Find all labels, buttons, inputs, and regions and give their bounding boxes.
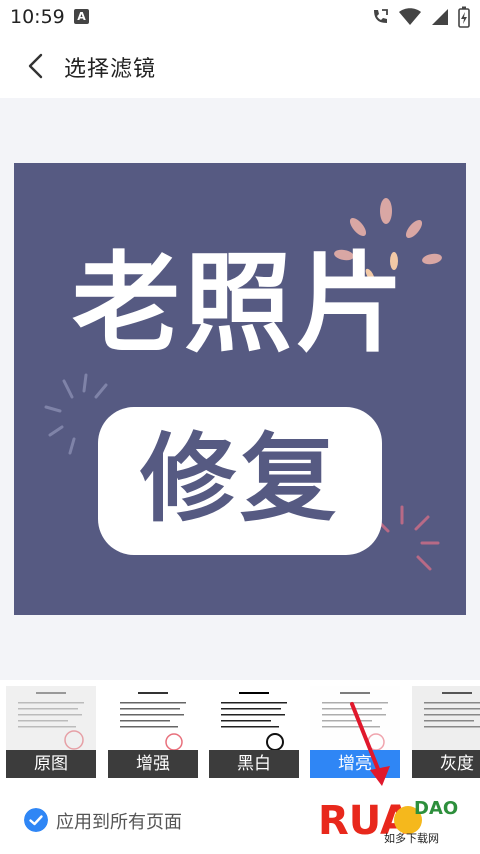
title-bar: 选择滤镜 [0,34,480,98]
apply-all-label: 应用到所有页面 [56,812,182,833]
battery-charging-icon [458,6,470,28]
filter-label: 黑白 [209,750,299,778]
filter-enhance[interactable]: 增强 [108,686,198,778]
filter-thumbnail [108,686,198,750]
page-title: 选择滤镜 [64,57,157,82]
filter-thumbnail [6,686,96,750]
notification-badge-icon: A [74,9,89,24]
filter-label: 增强 [108,750,198,778]
preview-area: 老照片 修复 [0,98,480,680]
call-forward-icon [374,9,388,23]
document-thumbnail-icon [18,692,84,750]
status-icons [370,6,470,28]
document-thumbnail-icon [120,692,186,750]
document-thumbnail-icon [424,692,480,728]
filter-black-white[interactable]: 黑白 [209,686,299,778]
filter-thumbnail [412,686,480,750]
chevron-left-icon[interactable] [22,50,52,82]
signal-icon [432,9,448,25]
preview-pill: 修复 [98,407,382,555]
filter-thumbnail [209,686,299,750]
watermark-logo-icon: RUA DAO 如多下载网 [318,798,458,845]
filter-original[interactable]: 原图 [6,686,96,778]
svg-text:如多下载网: 如多下载网 [384,831,439,845]
svg-text:DAO: DAO [414,798,458,819]
wifi-icon [399,8,421,25]
watermark-logo: RUA DAO 如多下载网 [316,790,466,850]
preview-headline: 老照片 [71,242,408,367]
filter-label: 原图 [6,750,96,778]
preview-subline: 修复 [140,423,340,535]
checkbox-checked-icon[interactable] [24,808,48,832]
filter-label: 灰度 [412,750,480,778]
arrow-annotation-icon [350,702,390,786]
status-time: 10:59 [10,6,65,28]
document-thumbnail-icon [221,692,287,750]
filter-grayscale[interactable]: 灰度 [412,686,480,778]
preview-image[interactable]: 老照片 修复 [14,163,466,615]
status-bar: 10:59 A [0,0,480,34]
filter-strip[interactable]: 原图 增强 黑白 增亮 灰度 [0,680,480,780]
